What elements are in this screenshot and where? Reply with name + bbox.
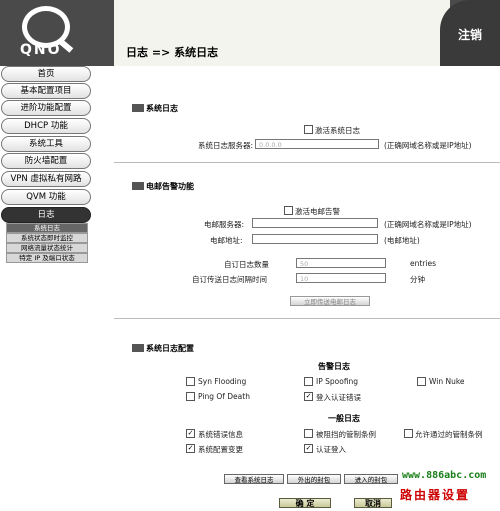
section-title-log-config: 系统日志配置: [146, 344, 194, 353]
email-server-hint: (正确网域名称或是IP地址): [384, 220, 472, 229]
nav-qvm[interactable]: QVM 功能: [1, 189, 91, 205]
blocked-rules-checkbox[interactable]: [304, 429, 313, 438]
syn-flooding-checkbox[interactable]: [186, 377, 195, 386]
general-log-heading: 一般日志: [328, 414, 360, 423]
system-error-label: 系统错误信息: [198, 430, 243, 439]
subnav-traffic-stats[interactable]: 网络流量状态统计: [6, 243, 88, 253]
win-nuke-label: Win Nuke: [429, 377, 465, 386]
subnav-ip-port-status[interactable]: 特定 IP 及端口状态: [6, 253, 88, 263]
config-change-checkbox[interactable]: ✓: [186, 444, 195, 453]
system-error-checkbox[interactable]: ✓: [186, 429, 195, 438]
log-count-label: 自订日志数量: [224, 260, 269, 269]
nav-system-tools[interactable]: 系统工具: [1, 136, 91, 152]
section-title-syslog: 系统日志: [146, 104, 178, 113]
nav-dhcp[interactable]: DHCP 功能: [1, 118, 91, 134]
top-banner: QNO 日志 => 系统日志 注销: [0, 0, 500, 66]
send-log-now-button[interactable]: 立即传送电邮日志: [290, 296, 370, 306]
enable-syslog-label: 激活系统日志: [315, 126, 360, 135]
log-count-unit: entries: [410, 259, 436, 268]
divider: [114, 162, 500, 163]
view-syslog-button[interactable]: 查看系统日志: [224, 474, 284, 484]
log-count-input[interactable]: 50: [296, 258, 386, 268]
logout-button[interactable]: 注销: [458, 26, 482, 43]
watermark-name: 路由器设置: [400, 488, 471, 502]
section-marker-icon: [132, 344, 144, 352]
nav-firewall[interactable]: 防火墙配置: [1, 153, 91, 169]
syslog-server-label: 系统日志服务器:: [198, 141, 254, 150]
watermark-url: www.886abc.com: [402, 470, 487, 481]
sidebar: 首页 基本配置项目 进阶功能配置 DHCP 功能 系统工具 防火墙配置 VPN …: [0, 66, 114, 511]
login-auth-error-checkbox[interactable]: ✓: [304, 392, 313, 401]
cancel-button[interactable]: 取消: [354, 498, 392, 508]
login-auth-error-label: 登入认证错误: [316, 393, 361, 402]
brand-name: QNO: [20, 42, 62, 58]
auth-login-label: 认证登入: [316, 445, 346, 454]
nav-basic-setup[interactable]: 基本配置项目: [1, 83, 91, 99]
allowed-rules-checkbox[interactable]: [404, 429, 413, 438]
email-address-label: 电邮地址:: [210, 236, 243, 245]
enable-email-checkbox[interactable]: [284, 206, 293, 215]
nav-advanced[interactable]: 进阶功能配置: [1, 100, 91, 116]
ip-spoofing-label: IP Spoofing: [316, 377, 359, 386]
syslog-server-hint: (正确网域名称或是IP地址): [384, 141, 472, 150]
enable-email-label: 激活电邮告警: [295, 207, 340, 216]
incoming-packets-button[interactable]: 进入的封包: [344, 474, 398, 484]
email-server-input[interactable]: [252, 218, 378, 228]
blocked-rules-label: 被阻挡的管制条例: [316, 430, 376, 439]
email-server-label: 电邮服务器:: [204, 220, 245, 229]
nav-home[interactable]: 首页: [1, 66, 91, 82]
alert-log-heading: 告警日志: [318, 362, 350, 371]
section-title-email: 电邮告警功能: [146, 182, 194, 191]
auth-login-checkbox[interactable]: ✓: [304, 444, 313, 453]
ok-button[interactable]: 确 定: [279, 498, 331, 508]
ping-of-death-checkbox[interactable]: [186, 392, 195, 401]
send-interval-input[interactable]: 10: [296, 273, 386, 283]
email-address-hint: (电邮地址): [384, 236, 420, 245]
send-interval-label: 自订传送日志间隔时间: [192, 275, 267, 284]
section-marker-icon: [132, 104, 144, 112]
nav-vpn[interactable]: VPN 虚拟私有网路: [1, 171, 91, 187]
nav-log[interactable]: 日志: [1, 207, 91, 223]
divider: [114, 318, 500, 319]
config-change-label: 系统配置变更: [198, 445, 243, 454]
ping-of-death-label: Ping Of Death: [198, 392, 250, 401]
subnav-system-log[interactable]: 系统日志: [6, 223, 88, 233]
subnav-realtime-monitor[interactable]: 系统状态即时监控: [6, 233, 88, 243]
main-panel: 系统日志 激活系统日志 系统日志服务器: 0.0.0.0 (正确网域名称或是IP…: [114, 66, 500, 511]
enable-syslog-checkbox[interactable]: [304, 125, 313, 134]
email-address-input[interactable]: [252, 234, 378, 244]
syn-flooding-label: Syn Flooding: [198, 377, 247, 386]
breadcrumb: 日志 => 系统日志: [126, 46, 219, 59]
allowed-rules-label: 允许通过的管制条例: [415, 430, 483, 439]
win-nuke-checkbox[interactable]: [417, 377, 426, 386]
outgoing-packets-button[interactable]: 外出的封包: [287, 474, 341, 484]
section-marker-icon: [132, 182, 144, 190]
send-interval-unit: 分钟: [410, 275, 425, 284]
ip-spoofing-checkbox[interactable]: [304, 377, 313, 386]
syslog-server-input[interactable]: 0.0.0.0: [255, 139, 379, 149]
